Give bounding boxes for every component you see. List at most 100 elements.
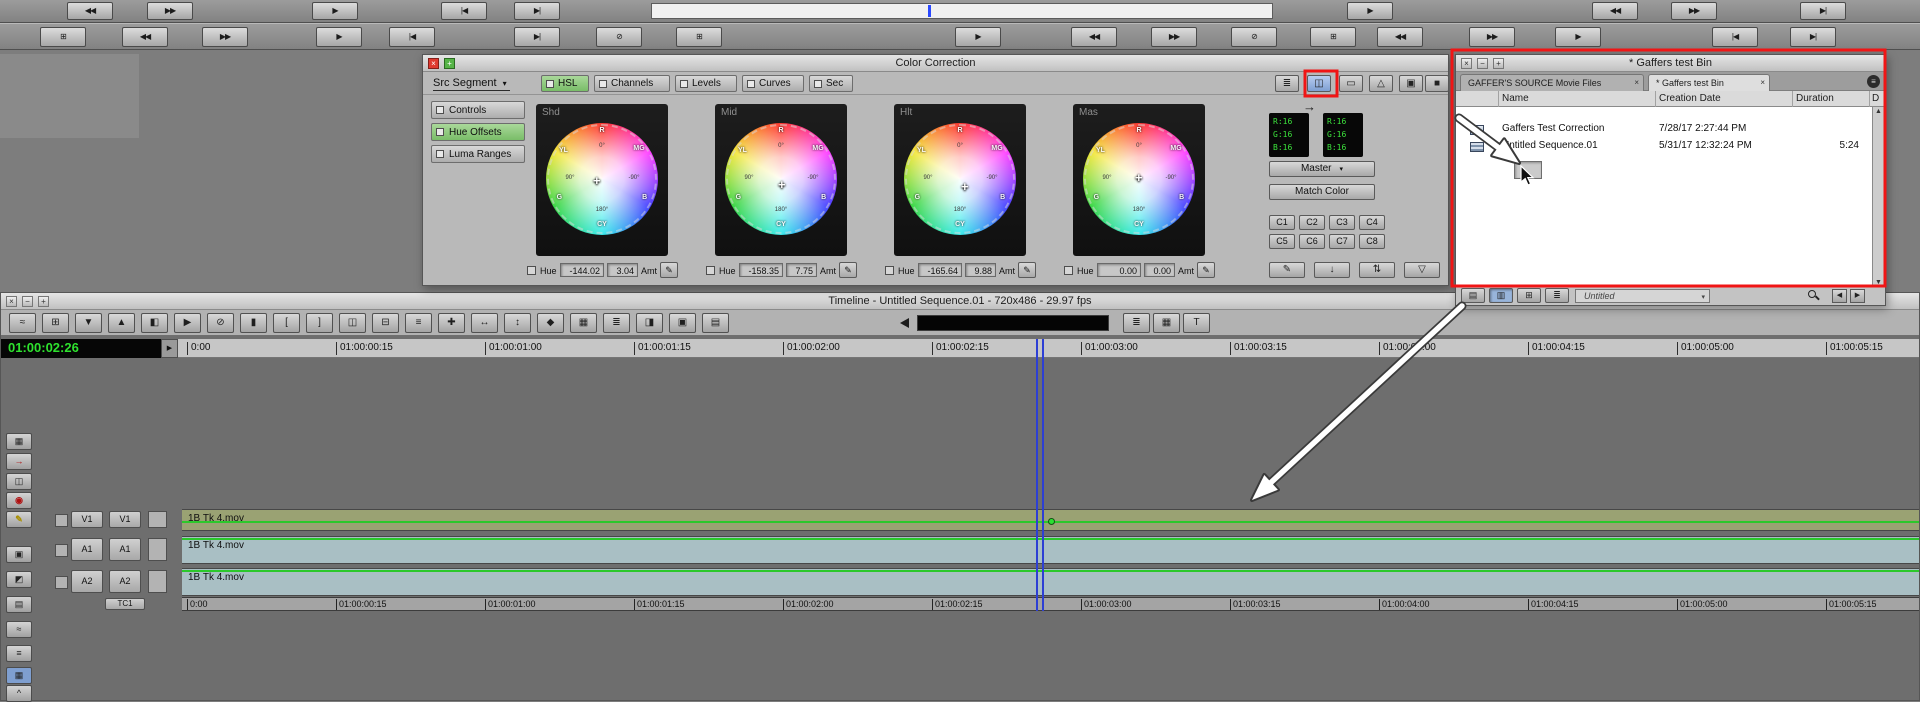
timecode-track[interactable]: 0:00 01:00:00:15 01:00:01:00 01:00:01:15 01:… bbox=[182, 597, 1919, 611]
segment-overwrite-tool-icon[interactable]: → bbox=[6, 453, 32, 470]
track-select-A2[interactable] bbox=[55, 576, 68, 589]
tab-hsl[interactable]: HSL bbox=[541, 75, 589, 92]
timecode-menu-button[interactable]: ▶ bbox=[161, 339, 178, 358]
play-3-button[interactable]: ▶ bbox=[316, 27, 362, 47]
step-forward-button[interactable]: ▶▶ bbox=[147, 2, 193, 20]
extract-icon[interactable]: ≡ bbox=[405, 313, 432, 333]
trim-mode-icon[interactable]: ◧ bbox=[141, 313, 168, 333]
mark-out-icon[interactable]: ] bbox=[306, 313, 333, 333]
swap-correction-icon[interactable]: ⇅ bbox=[1359, 262, 1395, 278]
timeline-grid-icon[interactable]: ▦ bbox=[6, 667, 32, 684]
fast-forward-button[interactable]: ▶▶ bbox=[1671, 2, 1717, 20]
hue-value-field[interactable]: -165.64 bbox=[918, 263, 962, 277]
correction-bank-c7[interactable]: C7 bbox=[1329, 234, 1355, 249]
track-height-icon[interactable]: ↕ bbox=[504, 313, 531, 333]
step-back-button[interactable]: ◀◀ bbox=[67, 2, 113, 20]
bin-tab-1[interactable]: * Gaffers test Bin × bbox=[1648, 74, 1770, 91]
bin-titlebar[interactable]: * Gaffers test Bin × − + bbox=[1456, 55, 1885, 72]
record-track-V1[interactable]: V1 bbox=[109, 511, 141, 528]
step-back-2-button[interactable]: ◀◀ bbox=[122, 27, 168, 47]
clip-A1[interactable]: 1B Tk 4.mov bbox=[182, 536, 1919, 564]
collapse-icon[interactable]: ^ bbox=[6, 685, 32, 702]
hue-wheel-mid[interactable]: R MG B CY G YL 0° -90° 180° 90° + bbox=[725, 123, 837, 235]
tab-levels[interactable]: Levels bbox=[675, 75, 737, 92]
quad-split-button[interactable]: ⊞ bbox=[40, 27, 86, 47]
track-panel-icon[interactable]: ▤ bbox=[6, 596, 32, 613]
bucket-icon[interactable]: ▽ bbox=[1404, 262, 1440, 278]
search-icon[interactable] bbox=[1808, 290, 1820, 302]
trim-left-icon[interactable]: ◩ bbox=[6, 571, 32, 588]
step-forward-3-button[interactable]: ▶▶ bbox=[1151, 27, 1197, 47]
video-quality-icon[interactable]: ▣ bbox=[669, 313, 696, 333]
eyedropper-button[interactable]: ✎ bbox=[1197, 262, 1215, 278]
clip-V1[interactable]: 1B Tk 4.mov bbox=[182, 509, 1919, 531]
script-view-icon[interactable]: ≣ bbox=[1545, 288, 1569, 303]
group-tab-hue-offsets[interactable]: Hue Offsets bbox=[431, 123, 525, 141]
focus-icon[interactable]: ▦ bbox=[6, 433, 32, 450]
bin-fast-menu-icon[interactable]: ≡ bbox=[1867, 75, 1880, 88]
correction-bank-c1[interactable]: C1 bbox=[1269, 215, 1295, 230]
amount-value-field[interactable]: 9.88 bbox=[965, 263, 996, 277]
waveform-icon[interactable]: ≈ bbox=[6, 621, 32, 638]
scroll-right-button[interactable]: ▶ bbox=[1850, 289, 1865, 303]
correction-eyedropper-icon[interactable]: ✎ bbox=[1269, 262, 1305, 278]
keyframe-dot[interactable] bbox=[1048, 518, 1055, 525]
close-button[interactable]: × bbox=[428, 58, 439, 69]
segment-insert-icon[interactable]: ▲ bbox=[108, 313, 135, 333]
group-tab-luma-ranges[interactable]: Luma Ranges bbox=[431, 145, 525, 163]
frame-view-icon[interactable]: ⊞ bbox=[1517, 288, 1541, 303]
go-to-end-2-button[interactable]: ▶| bbox=[514, 27, 560, 47]
track-monitor-A2[interactable] bbox=[148, 570, 167, 593]
track-TC1[interactable]: TC1 bbox=[105, 598, 145, 610]
step-back-3-button[interactable]: ◀◀ bbox=[1071, 27, 1117, 47]
segment-overwrite-icon[interactable]: ▼ bbox=[75, 313, 102, 333]
bin-column-header[interactable]: Name Creation Date Duration D bbox=[1456, 91, 1885, 107]
tab-sec[interactable]: Sec bbox=[809, 75, 853, 92]
eyedropper-button[interactable]: ✎ bbox=[660, 262, 678, 278]
add-edit-icon[interactable]: ▮ bbox=[240, 313, 267, 333]
clip-A2[interactable]: 1B Tk 4.mov bbox=[182, 568, 1919, 596]
quad-split-2-button[interactable]: ⊞ bbox=[676, 27, 722, 47]
correction-bank-c6[interactable]: C6 bbox=[1299, 234, 1325, 249]
play-button[interactable]: ▶ bbox=[312, 2, 358, 20]
track-grid-icon[interactable]: ▦ bbox=[1153, 313, 1180, 333]
mark-clip-icon[interactable]: ◫ bbox=[339, 313, 366, 333]
minimize-button[interactable]: − bbox=[22, 296, 33, 307]
step-back-4-button[interactable]: ◀◀ bbox=[1377, 27, 1423, 47]
stop-2-button[interactable]: ⊘ bbox=[1231, 27, 1277, 47]
go-to-start-2-button[interactable]: |◀ bbox=[389, 27, 435, 47]
effect-mode-icon[interactable]: ◆ bbox=[537, 313, 564, 333]
filmstrip-icon[interactable]: ◫ bbox=[6, 473, 32, 490]
timeline-ruler[interactable]: 0:00 01:00:00:15 01:00:01:00 01:00:01:15 01:… bbox=[178, 339, 1919, 358]
hue-value-field[interactable]: 0.00 bbox=[1097, 263, 1141, 277]
correction-bank-c4[interactable]: C4 bbox=[1359, 215, 1385, 230]
correction-bank-c2[interactable]: C2 bbox=[1299, 215, 1325, 230]
bin-tab-0[interactable]: GAFFER'S SOURCE Movie Files × bbox=[1460, 74, 1644, 91]
track-select-A1[interactable] bbox=[55, 544, 68, 557]
quad-split-3-button[interactable]: ⊞ bbox=[1310, 27, 1356, 47]
bin-scrollbar[interactable]: ▲ ▼ bbox=[1872, 107, 1885, 287]
hue-wheel-mas[interactable]: R MG B CY G YL 0° -90° 180° 90° + bbox=[1083, 123, 1195, 235]
bin-row[interactable]: Gaffers Test Correction 7/28/17 2:27:44 P… bbox=[1456, 122, 1885, 138]
wheel-enable-checkbox[interactable] bbox=[706, 266, 715, 275]
go-to-end-3-button[interactable]: ▶| bbox=[1790, 27, 1836, 47]
playhead-line[interactable] bbox=[1036, 339, 1038, 611]
wheel-enable-checkbox[interactable] bbox=[527, 266, 536, 275]
list-tool-icon[interactable]: ≡ bbox=[6, 645, 32, 662]
source-track-V1[interactable]: V1 bbox=[71, 511, 103, 528]
rewind-button[interactable]: ◀◀ bbox=[1592, 2, 1638, 20]
eyedropper-button[interactable]: ✎ bbox=[1018, 262, 1036, 278]
column-header-d[interactable]: D bbox=[1872, 93, 1879, 104]
master-dropdown[interactable]: Master ▾ bbox=[1269, 161, 1375, 177]
src-segment-dropdown[interactable]: Src Segment ▾ bbox=[433, 77, 510, 91]
brief-view-icon[interactable]: ▤ bbox=[1461, 288, 1485, 303]
mark-in-icon[interactable]: [ bbox=[273, 313, 300, 333]
render-icon[interactable]: ◨ bbox=[636, 313, 663, 333]
column-header-name[interactable]: Name bbox=[1502, 93, 1529, 104]
minimize-button[interactable]: − bbox=[1477, 58, 1488, 69]
close-button[interactable]: × bbox=[1461, 58, 1472, 69]
close-button[interactable]: × bbox=[6, 296, 17, 307]
marker-icon[interactable]: ✎ bbox=[6, 511, 32, 528]
track-selector-icon[interactable]: ⊞ bbox=[42, 313, 69, 333]
correction-bank-c5[interactable]: C5 bbox=[1269, 234, 1295, 249]
